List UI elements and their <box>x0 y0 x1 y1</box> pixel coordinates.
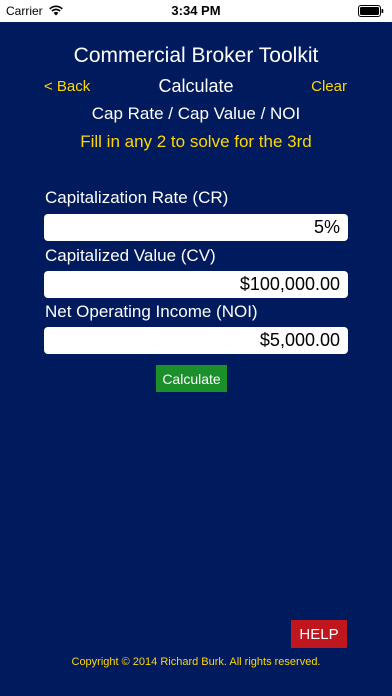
copyright-text: Copyright © 2014 Richard Burk. All right… <box>71 656 321 668</box>
status-bar: Carrier 3:34 PM <box>0 0 392 22</box>
clear-button[interactable]: Clear <box>311 78 347 95</box>
cap-value-label: Capitalized Value (CV) <box>45 246 216 265</box>
nav-bar: Calculate < Back Clear <box>0 76 392 98</box>
cap-rate-field[interactable] <box>44 214 348 241</box>
noi-field[interactable] <box>44 327 348 354</box>
calculate-button[interactable]: Calculate <box>156 365 227 392</box>
app-title: Commercial Broker Toolkit <box>73 44 319 67</box>
battery-icon <box>358 5 384 17</box>
calculator-subtitle: Cap Rate / Cap Value / NOI <box>91 104 301 123</box>
help-button[interactable]: HELP <box>291 620 347 648</box>
noi-label: Net Operating Income (NOI) <box>45 302 258 321</box>
status-time: 3:34 PM <box>171 3 221 18</box>
cap-rate-label: Capitalization Rate (CR) <box>45 188 229 207</box>
cap-value-field[interactable] <box>44 271 348 298</box>
instructions-text: Fill in any 2 to solve for the 3rd <box>80 132 312 151</box>
back-button[interactable]: < Back <box>44 78 90 95</box>
